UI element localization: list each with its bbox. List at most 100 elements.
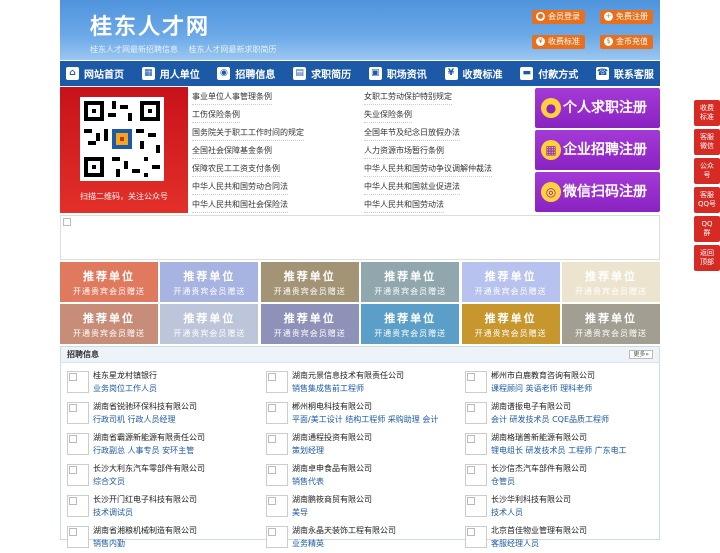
company-name[interactable]: 湖南卓申食品有限公司 bbox=[292, 463, 372, 474]
job-positions[interactable]: 行政司机 行政人员经理 bbox=[93, 414, 176, 425]
back-to-top-button[interactable]: 返回 顶部 bbox=[694, 245, 720, 271]
latest-resumes-link[interactable]: 桂东人才网最新求职简历 bbox=[189, 45, 277, 54]
company-logo[interactable] bbox=[465, 371, 487, 393]
job-positions[interactable]: 锂电组长 研发技术员 工程师 广东电工 bbox=[491, 445, 627, 456]
recommended-company-tile[interactable]: 推荐单位 开通贵宾会员赠送 bbox=[160, 262, 259, 302]
nav-news[interactable]: ▣ 职场资讯 bbox=[368, 61, 427, 86]
company-name[interactable]: 湖南谱振电子有限公司 bbox=[491, 401, 571, 412]
job-positions[interactable]: 平面/美工设计 结构工程师 采购助理 会计 bbox=[292, 414, 438, 425]
company-name[interactable]: 湖南省霸源新能源有限责任公司 bbox=[93, 432, 205, 443]
company-name[interactable]: 湖南省湘粮机械制造有限公司 bbox=[93, 525, 197, 536]
company-name[interactable]: 桂东星龙村镇银行 bbox=[93, 370, 157, 381]
recommended-company-tile[interactable]: 推荐单位 开通贵宾会员赠送 bbox=[60, 304, 158, 344]
job-positions[interactable]: 技术人员 bbox=[491, 507, 523, 518]
recommended-company-tile[interactable]: 推荐单位 开通贵宾会员赠送 bbox=[60, 262, 158, 302]
company-logo[interactable] bbox=[67, 495, 89, 517]
regulation-link[interactable]: 国务院关于职工工作时间的规定 bbox=[192, 124, 304, 142]
nav-employers[interactable]: ▦ 用人单位 bbox=[141, 61, 200, 86]
side-fee-button[interactable]: 收费 标准 bbox=[694, 100, 720, 126]
job-positions[interactable]: 综合文员 bbox=[93, 476, 125, 487]
recommended-company-tile[interactable]: 推荐单位 开通贵宾会员赠送 bbox=[160, 304, 259, 344]
regulation-link[interactable]: 中华人民共和国就业促进法 bbox=[364, 178, 460, 196]
side-qq-button[interactable]: 客服 QQ号 bbox=[694, 187, 720, 213]
company-name[interactable]: 湖南鹏筱商贸有限公司 bbox=[292, 494, 372, 505]
company-logo[interactable] bbox=[67, 402, 89, 424]
company-name[interactable]: 长沙华利科技有限公司 bbox=[491, 494, 571, 505]
company-name[interactable]: 长沙开门红电子科技有限公司 bbox=[93, 494, 197, 505]
regulation-link[interactable]: 失业保险条例 bbox=[364, 106, 412, 124]
company-name[interactable]: 北京首佳物业管理有限公司 bbox=[491, 525, 587, 536]
free-register-button[interactable]: + 免费注册 bbox=[600, 10, 653, 24]
regulation-link[interactable]: 全国社会保障基金条例 bbox=[192, 142, 272, 160]
company-logo[interactable] bbox=[465, 464, 487, 486]
recommended-company-tile[interactable]: 推荐单位 开通贵宾会员赠送 bbox=[562, 304, 660, 344]
company-name[interactable]: 长沙大利东汽车零部件有限公司 bbox=[93, 463, 205, 474]
more-jobs-link[interactable]: 更多» bbox=[629, 350, 653, 359]
job-positions[interactable]: 策划经理 bbox=[292, 445, 324, 456]
recommended-company-tile[interactable]: 推荐单位 开通贵宾会员赠送 bbox=[461, 304, 560, 344]
side-wechat-button[interactable]: 客服 微信 bbox=[694, 129, 720, 155]
latest-jobs-link[interactable]: 桂东人才网最新招聘信息 bbox=[90, 45, 178, 54]
recommended-company-tile[interactable]: 推荐单位 开通贵宾会员赠送 bbox=[361, 262, 460, 302]
member-login-button[interactable]: ● 会员登录 bbox=[532, 10, 585, 24]
side-official-account-button[interactable]: 公众 号 bbox=[694, 158, 720, 184]
company-logo[interactable] bbox=[465, 526, 487, 548]
job-positions[interactable]: 业务岗位工作人员 bbox=[93, 383, 157, 394]
nav-contact[interactable]: ☎ 联系客服 bbox=[595, 61, 654, 86]
job-positions[interactable]: 美导 bbox=[292, 507, 308, 518]
company-logo[interactable] bbox=[266, 526, 288, 548]
regulation-link[interactable]: 工伤保险条例 bbox=[192, 106, 240, 124]
recommended-company-tile[interactable]: 推荐单位 开通贵宾会员赠送 bbox=[461, 262, 560, 302]
nav-payment[interactable]: ▬ 付款方式 bbox=[520, 61, 578, 86]
personal-register-button[interactable]: ● 个人求职注册 bbox=[535, 88, 660, 128]
recommended-company-tile[interactable]: 推荐单位 开通贵宾会员赠送 bbox=[260, 262, 359, 302]
company-logo[interactable] bbox=[67, 464, 89, 486]
company-logo[interactable] bbox=[465, 495, 487, 517]
company-logo[interactable] bbox=[67, 526, 89, 548]
nav-jobs[interactable]: ◉ 招聘信息 bbox=[217, 61, 275, 86]
ad-banner[interactable] bbox=[60, 215, 660, 260]
side-qq-group-button[interactable]: QQ 群 bbox=[694, 216, 720, 242]
company-register-button[interactable]: ▦ 企业招聘注册 bbox=[535, 130, 660, 170]
job-positions[interactable]: 会计 研发技术员 CQE品质工程师 bbox=[491, 414, 609, 425]
regulation-link[interactable]: 女职工劳动保护特别规定 bbox=[364, 88, 452, 106]
job-positions[interactable]: 行政副总 人事专员 安环主管 bbox=[93, 445, 194, 456]
job-positions[interactable]: 销售集成售前工程师 bbox=[292, 383, 364, 394]
company-logo[interactable] bbox=[465, 402, 487, 424]
wechat-register-button[interactable]: ◎ 微信扫码注册 bbox=[535, 172, 660, 212]
recommended-company-tile[interactable]: 推荐单位 开通贵宾会员赠送 bbox=[260, 304, 359, 344]
company-logo[interactable] bbox=[266, 464, 288, 486]
regulation-link[interactable]: 中华人民共和国劳动法 bbox=[364, 196, 444, 214]
company-logo[interactable] bbox=[266, 402, 288, 424]
job-positions[interactable]: 销售代表 bbox=[292, 476, 324, 487]
company-name[interactable]: 湖南永晶天装饰工程有限公司 bbox=[292, 525, 396, 536]
job-positions[interactable]: 课程顾问 英语老师 理科老师 bbox=[491, 383, 592, 394]
regulation-link[interactable]: 中华人民共和国社会保险法 bbox=[192, 196, 288, 214]
company-logo[interactable] bbox=[266, 433, 288, 455]
regulation-link[interactable]: 全国年节及纪念日放假办法 bbox=[364, 124, 460, 142]
company-name[interactable]: 郴州桐电科技有限公司 bbox=[292, 401, 372, 412]
regulation-link[interactable]: 中华人民共和国劳动争议调解仲裁法 bbox=[364, 160, 492, 178]
site-title[interactable]: 桂东人才网 bbox=[90, 9, 210, 41]
fee-standard-button[interactable]: ¥ 收费标准 bbox=[532, 35, 585, 49]
regulation-link[interactable]: 事业单位人事管理条例 bbox=[192, 88, 272, 106]
company-logo[interactable] bbox=[67, 433, 89, 455]
regulation-link[interactable]: 中华人民共和国劳动合同法 bbox=[192, 178, 288, 196]
company-name[interactable]: 湖南省锐驰环保科技有限公司 bbox=[93, 401, 197, 412]
nav-resumes[interactable]: ▤ 求职简历 bbox=[293, 61, 351, 86]
regulation-link[interactable]: 人力资源市场暂行条例 bbox=[364, 142, 444, 160]
recommended-company-tile[interactable]: 推荐单位 开通贵宾会员赠送 bbox=[562, 262, 660, 302]
company-logo[interactable] bbox=[266, 371, 288, 393]
job-positions[interactable]: 仓管员 bbox=[491, 476, 515, 487]
coin-recharge-button[interactable]: $ 金币充值 bbox=[600, 35, 653, 49]
company-logo[interactable] bbox=[67, 371, 89, 393]
company-name[interactable]: 长沙信杰汽车部件有限公司 bbox=[491, 463, 587, 474]
company-logo[interactable] bbox=[266, 495, 288, 517]
recommended-company-tile[interactable]: 推荐单位 开通贵宾会员赠送 bbox=[361, 304, 460, 344]
regulation-link[interactable]: 保障农民工工资支付条例 bbox=[192, 160, 280, 178]
company-logo[interactable] bbox=[465, 433, 487, 455]
nav-home[interactable]: ⌂ 网站首页 bbox=[66, 61, 124, 86]
job-positions[interactable]: 技术调试员 bbox=[93, 507, 133, 518]
company-name[interactable]: 湖南通程投资有限公司 bbox=[292, 432, 372, 443]
company-name[interactable]: 湖南元景信息技术有限责任公司 bbox=[292, 370, 404, 381]
